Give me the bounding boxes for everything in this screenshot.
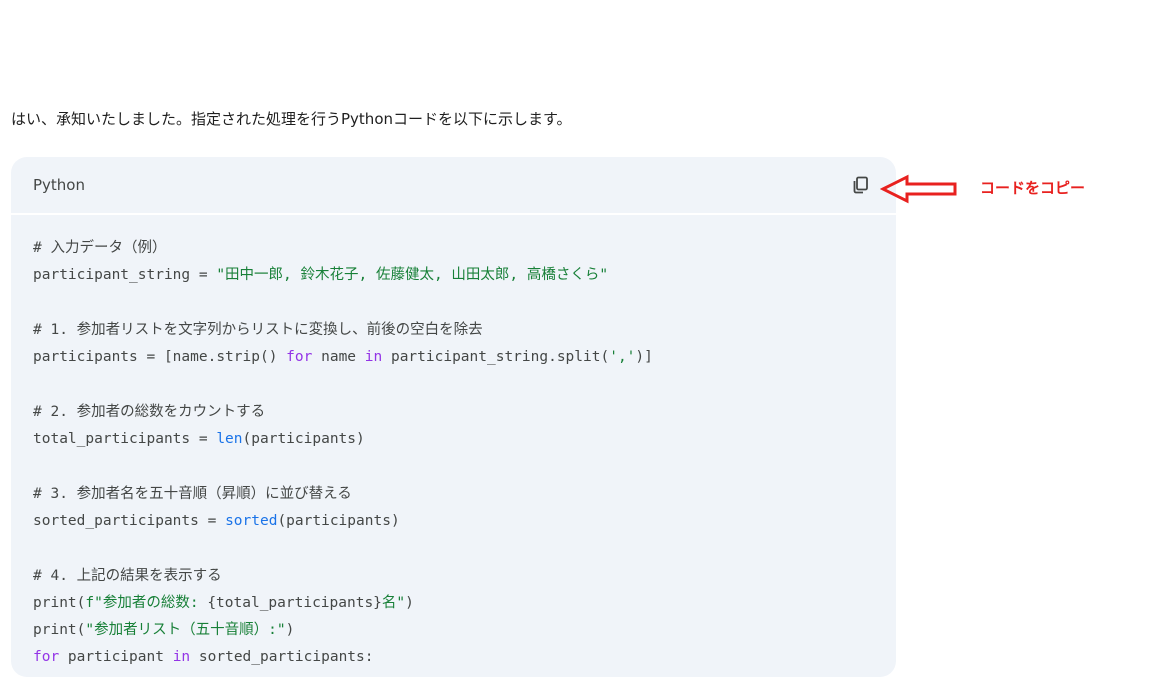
code-token: sorted_participants = bbox=[33, 512, 226, 529]
code-token: in bbox=[172, 649, 191, 666]
code-token: name bbox=[312, 349, 365, 366]
code-token: len bbox=[216, 431, 243, 448]
code-token: ',' bbox=[609, 349, 636, 366]
code-token: # 4. 上記の結果を表示する bbox=[33, 567, 222, 584]
code-token: # 3. 参加者名を五十音順（昇順）に並び替える bbox=[33, 485, 352, 502]
code-token: total_participants = bbox=[33, 431, 217, 448]
code-token: for bbox=[286, 349, 313, 366]
code-line: sorted_participants = sorted(participant… bbox=[33, 508, 874, 535]
code-token: "田中一郎, 鈴木花子, 佐藤健太, 山田太郎, 高橋さくら" bbox=[216, 267, 609, 284]
code-token: (participants) bbox=[242, 431, 365, 448]
code-content: # 入力データ（例） participant_string = "田中一郎, 鈴木… bbox=[11, 215, 896, 672]
code-line: participants = [name.strip() for name in… bbox=[33, 344, 874, 371]
annotation-label: コードをコピー bbox=[980, 179, 1086, 197]
code-token: print( bbox=[33, 594, 86, 611]
code-line: # 入力データ（例） bbox=[33, 235, 874, 262]
code-token: in bbox=[364, 349, 383, 366]
code-line: participant_string = "田中一郎, 鈴木花子, 佐藤健太, … bbox=[33, 262, 874, 289]
code-token: {total_participants} bbox=[207, 594, 382, 611]
code-token: # 2. 参加者の総数をカウントする bbox=[33, 403, 266, 420]
code-line: for participant in sorted_participants: bbox=[33, 644, 874, 671]
copy-code-button[interactable] bbox=[850, 174, 872, 196]
code-token: sorted bbox=[225, 512, 278, 529]
code-line: print("参加者リスト（五十音順）:") bbox=[33, 617, 874, 644]
code-token: "参加者リスト（五十音順）:" bbox=[85, 622, 286, 639]
code-token: for bbox=[33, 649, 60, 666]
code-token: ) bbox=[285, 622, 295, 639]
code-token: )] bbox=[635, 349, 653, 366]
code-token: 名" bbox=[381, 594, 406, 611]
code-token: participant_string = bbox=[33, 267, 217, 284]
code-token: ) bbox=[405, 594, 414, 611]
code-line: print(f"参加者の総数: {total_participants}名") bbox=[33, 590, 874, 617]
code-token: participant_string.split( bbox=[382, 349, 610, 366]
code-line: # 3. 参加者名を五十音順（昇順）に並び替える bbox=[33, 481, 874, 508]
code-token: sorted_participants: bbox=[190, 649, 374, 666]
code-token: # 入力データ（例） bbox=[33, 240, 167, 256]
code-line: # 1. 参加者リストを文字列からリストに変換し、前後の空白を除去 bbox=[33, 317, 874, 344]
annotation-arrow-icon bbox=[880, 174, 957, 204]
code-token: (participants) bbox=[277, 512, 400, 529]
response-intro-text: はい、承知いたしました。指定された処理を行うPythonコードを以下に示します。 bbox=[11, 110, 572, 128]
code-block-header: Python bbox=[11, 157, 896, 215]
code-line: # 4. 上記の結果を表示する bbox=[33, 563, 874, 590]
code-language-label: Python bbox=[33, 176, 85, 194]
code-token: print( bbox=[33, 622, 86, 639]
code-token: participants = [name.strip() bbox=[33, 349, 287, 366]
copy-icon bbox=[853, 176, 868, 194]
code-block: Python # 入力データ（例） participant_string = "田… bbox=[11, 157, 896, 677]
code-line: # 2. 参加者の総数をカウントする bbox=[33, 399, 874, 426]
code-token: f"参加者の総数: bbox=[85, 594, 208, 611]
code-token: participant bbox=[59, 649, 173, 666]
code-token: # 1. 参加者リストを文字列からリストに変換し、前後の空白を除去 bbox=[33, 321, 483, 338]
code-line: total_participants = len(participants) bbox=[33, 426, 874, 453]
